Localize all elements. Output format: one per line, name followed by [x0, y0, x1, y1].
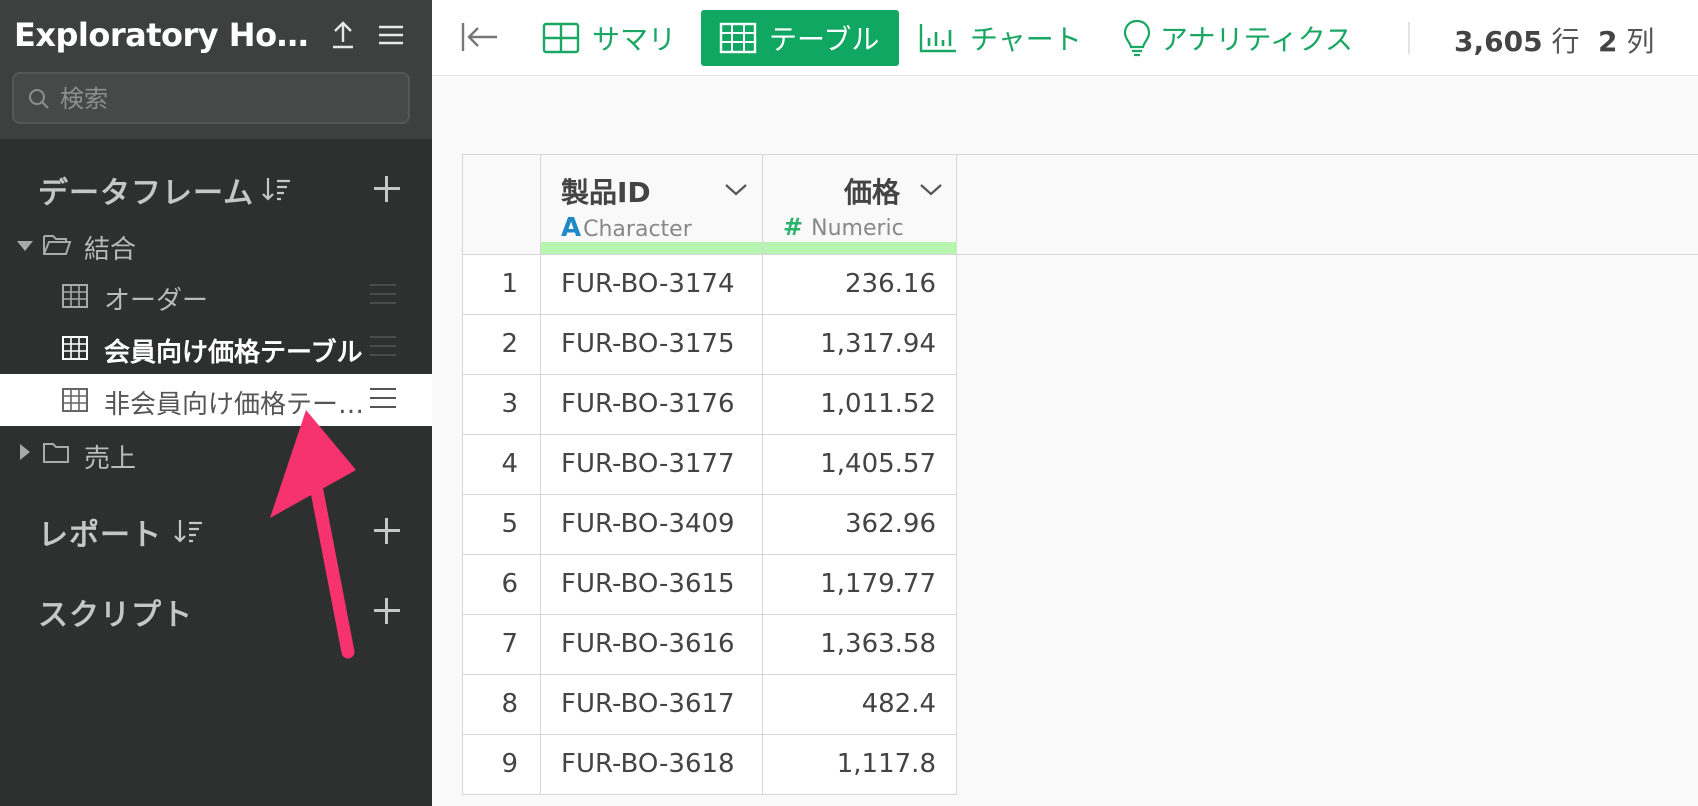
row-index-cell: 9	[462, 735, 540, 795]
price-cell[interactable]: 236.16	[762, 255, 957, 315]
column-header-product-id[interactable]: 製品ID ACharacter	[540, 155, 763, 254]
row-index-cell: 5	[462, 495, 540, 555]
sort-icon[interactable]	[262, 176, 292, 202]
tab-summary[interactable]: サマリ	[542, 10, 676, 66]
add-script-button[interactable]	[372, 596, 402, 626]
price-cell[interactable]: 1,117.8	[762, 735, 957, 795]
row-menu-icon[interactable]	[370, 284, 396, 306]
caret-down-icon[interactable]	[17, 241, 33, 251]
product-id-cell[interactable]: FUR-BO-3175	[540, 315, 762, 375]
table-header: 製品ID ACharacter 価格 # Numeric	[462, 154, 1698, 255]
tree-folder-join[interactable]: 結合	[0, 219, 432, 271]
tab-analytics[interactable]: アナリティクス	[1122, 10, 1353, 66]
product-id-cell[interactable]: FUR-BO-3615	[540, 555, 762, 615]
table-icon	[62, 284, 88, 308]
column-name: 製品ID	[561, 176, 651, 209]
row-menu-icon[interactable]	[370, 336, 396, 358]
section-dataframes-title: データフレーム	[38, 176, 255, 211]
main-content: 製品ID ACharacter 価格 # Numeric 1 FUR-BO-3174…	[270, 77, 1698, 806]
price-cell[interactable]: 1,179.77	[762, 555, 957, 615]
column-quality-bar	[541, 242, 763, 254]
price-cell[interactable]: 1,317.94	[762, 315, 957, 375]
product-id-cell[interactable]: FUR-BO-3177	[540, 435, 762, 495]
row-menu-icon[interactable]	[370, 388, 396, 410]
row-index-cell: 6	[462, 555, 540, 615]
collapse-sidebar-icon[interactable]	[460, 20, 500, 54]
tab-label: テーブル	[769, 23, 880, 56]
row-index-cell: 2	[462, 315, 540, 375]
add-report-button[interactable]	[372, 516, 402, 546]
hamburger-menu-icon[interactable]	[374, 18, 408, 52]
row-index-cell: 8	[462, 675, 540, 735]
product-id-cell[interactable]: FUR-BO-3174	[540, 255, 762, 315]
product-id-cell[interactable]: FUR-BO-3176	[540, 375, 762, 435]
product-id-cell[interactable]: FUR-BO-3617	[540, 675, 762, 735]
tab-label: アナリティクス	[1160, 23, 1353, 56]
folder-icon	[43, 443, 69, 463]
row-index-cell: 1	[462, 255, 540, 315]
product-id-cell[interactable]: FUR-BO-3409	[540, 495, 762, 555]
tab-chart[interactable]: チャート	[918, 10, 1082, 66]
table-icon	[719, 22, 757, 54]
bar-chart-icon	[919, 24, 956, 53]
search-box	[12, 72, 410, 124]
upload-icon[interactable]	[326, 18, 360, 52]
search-icon	[29, 89, 49, 109]
tree-item-nonmember-price[interactable]: 非会員向け価格テー…	[0, 374, 432, 426]
product-id-cell[interactable]: FUR-BO-3616	[540, 615, 762, 675]
lightbulb-icon	[1123, 19, 1151, 57]
column-type: # Numeric	[783, 213, 904, 241]
tab-label: チャート	[970, 23, 1082, 56]
caret-right-icon[interactable]	[20, 444, 30, 460]
row-index-cell: 4	[462, 435, 540, 495]
table-icon	[62, 388, 88, 412]
sidebar-header: Exploratory Hour Analysis	[0, 0, 432, 139]
header-index-cell	[462, 155, 540, 254]
tree-folder-sales[interactable]: 売上	[0, 428, 432, 480]
folder-label: 結合	[84, 235, 137, 265]
price-cell[interactable]: 1,405.57	[762, 435, 957, 495]
sort-icon[interactable]	[174, 518, 204, 544]
annotation-arrow	[270, 410, 356, 659]
toolbar: サマリ テーブル チャート アナリティクス 3,605 行 2 列	[432, 0, 1698, 76]
table-icon	[62, 336, 88, 360]
price-cell[interactable]: 482.4	[762, 675, 957, 735]
tree-item-label: オーダー	[104, 286, 209, 316]
summary-grid-icon	[542, 22, 580, 54]
column-quality-bar	[763, 242, 957, 254]
character-type-icon: A	[561, 213, 582, 243]
row-count: 3,605 行	[1454, 25, 1580, 58]
chevron-down-icon[interactable]	[723, 179, 749, 199]
numeric-type-icon: #	[783, 213, 804, 241]
column-type: ACharacter	[561, 213, 692, 243]
toolbar-divider	[1408, 22, 1410, 54]
column-count: 2 列	[1598, 25, 1655, 58]
price-cell[interactable]: 362.96	[762, 495, 957, 555]
folder-open-icon	[43, 235, 72, 255]
tab-table[interactable]: テーブル	[701, 10, 900, 66]
sidebar: Exploratory Hour Analysis データフレーム 結合 オーダ…	[0, 0, 432, 806]
price-cell[interactable]: 1,011.52	[762, 375, 957, 435]
row-index-cell: 3	[462, 375, 540, 435]
product-id-cell[interactable]: FUR-BO-3618	[540, 735, 762, 795]
search-input[interactable]	[60, 82, 390, 116]
tab-label: サマリ	[592, 23, 677, 56]
row-index-cell: 7	[462, 615, 540, 675]
price-cell[interactable]: 1,363.58	[762, 615, 957, 675]
section-scripts-title: スクリプト	[38, 598, 193, 633]
chevron-down-icon[interactable]	[918, 179, 944, 199]
tree-item-member-price[interactable]: 会員向け価格テーブル	[0, 322, 432, 374]
folder-label: 売上	[84, 444, 137, 474]
tree-item-label: 会員向け価格テーブル	[104, 338, 363, 368]
add-dataframe-button[interactable]	[372, 174, 402, 204]
section-reports-title: レポート	[38, 518, 162, 553]
column-header-price[interactable]: 価格 # Numeric	[762, 155, 957, 254]
project-title[interactable]: Exploratory Hour Analysis	[14, 16, 314, 54]
column-name: 価格	[843, 176, 900, 209]
tree-item-orders[interactable]: オーダー	[0, 270, 432, 322]
